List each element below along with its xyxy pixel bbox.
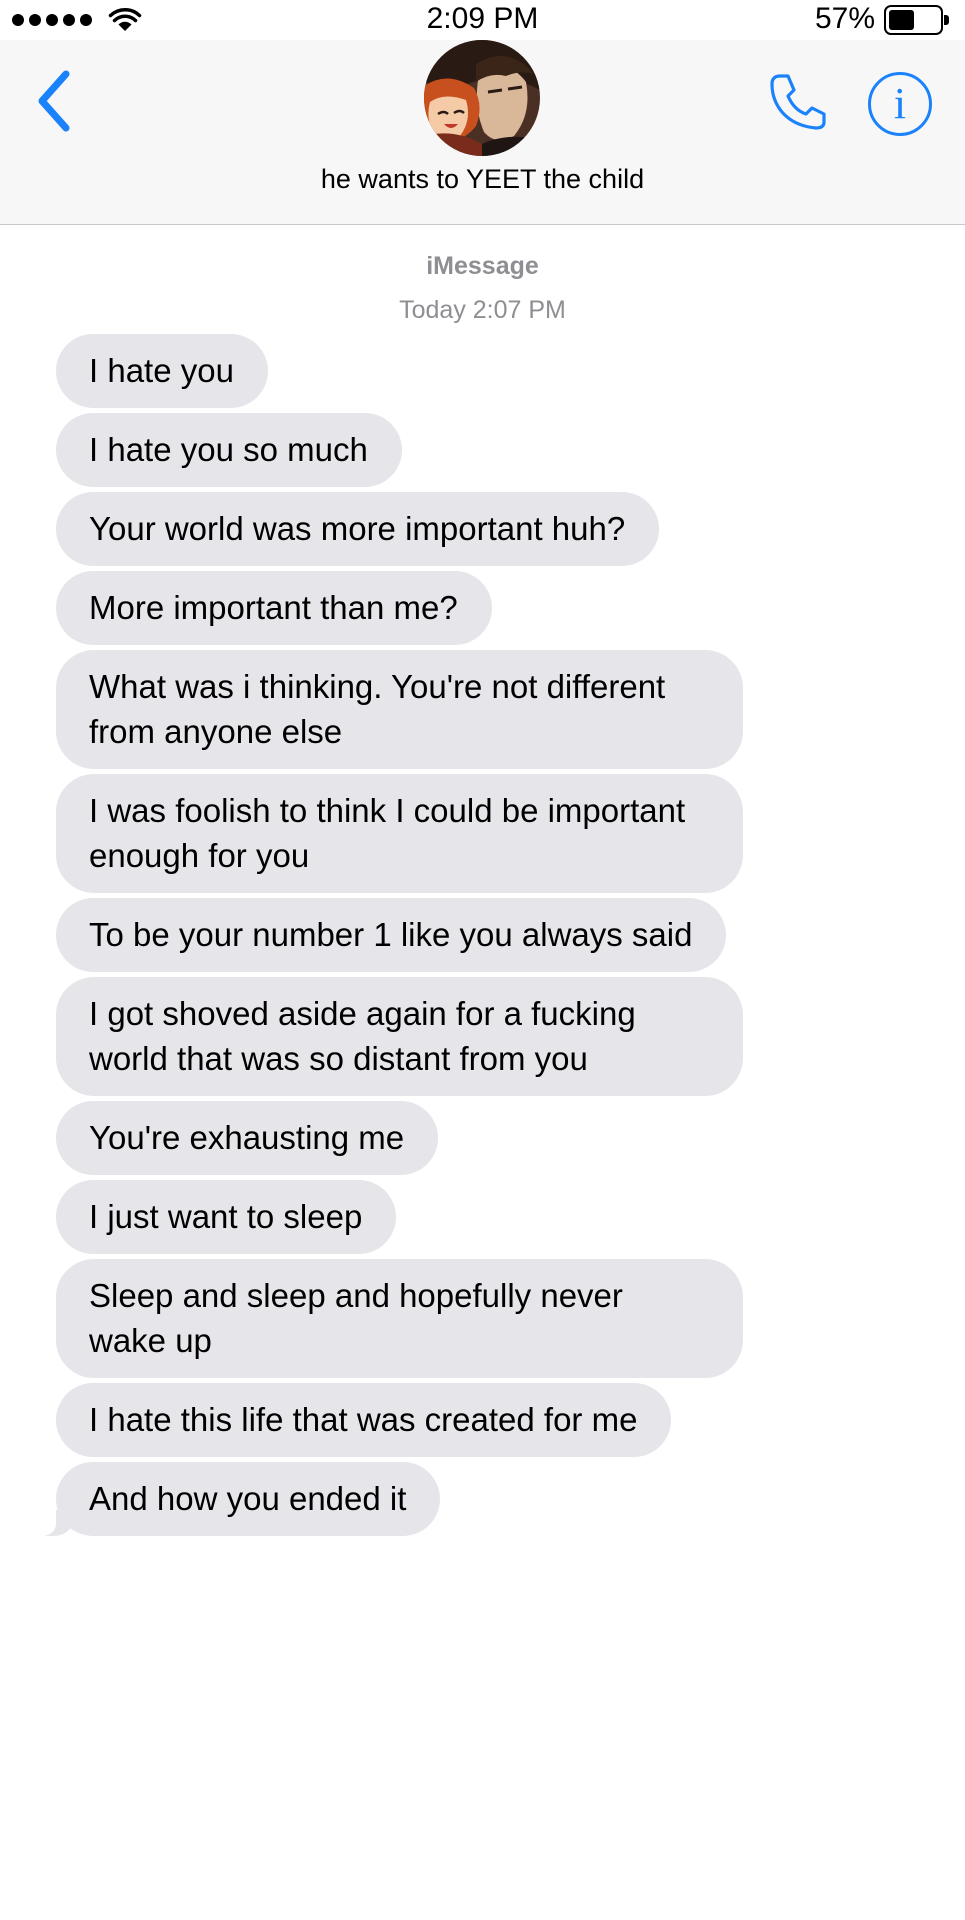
battery-percent: 57% <box>814 2 875 35</box>
battery-level-fill <box>889 10 915 30</box>
chevron-left-icon <box>38 70 70 132</box>
incoming-message-bubble[interactable]: I just want to sleep <box>56 1180 397 1254</box>
service-label: iMessage <box>426 252 539 280</box>
back-button[interactable] <box>30 66 80 136</box>
incoming-message-bubble[interactable]: I hate you <box>56 334 268 408</box>
incoming-message-bubble[interactable]: I hate you so much <box>56 413 402 487</box>
conversation-header: he wants to YEET the child i <box>0 40 965 225</box>
incoming-message-bubble[interactable]: To be your number 1 like you always said <box>56 898 727 972</box>
incoming-message-bubble[interactable]: Sleep and sleep and hopefully never wake… <box>56 1259 743 1378</box>
contact-avatar[interactable] <box>424 40 540 156</box>
call-button[interactable] <box>766 70 830 134</box>
message-timestamp: Today 2:07 PM <box>399 296 566 324</box>
message-list: I hate you I hate you so much Your world… <box>33 334 916 1536</box>
battery-icon <box>884 5 949 35</box>
contact-name[interactable]: he wants to YEET the child <box>0 164 965 195</box>
status-bar: 2:09 PM 57% <box>0 0 965 40</box>
incoming-message-bubble-last[interactable]: And how you ended it <box>33 1462 441 1536</box>
info-button[interactable]: i <box>868 72 932 136</box>
incoming-message-bubble[interactable]: What was i thinking. You're not differen… <box>56 650 743 769</box>
incoming-message-bubble[interactable]: I hate this life that was created for me <box>56 1383 672 1457</box>
incoming-message-bubble[interactable]: I was foolish to think I could be import… <box>56 774 743 893</box>
incoming-message-bubble[interactable]: You're exhausting me <box>56 1101 439 1175</box>
info-icon: i <box>893 79 907 128</box>
phone-icon <box>770 74 826 130</box>
avatar-image <box>424 40 540 156</box>
incoming-message-bubble[interactable]: I got shoved aside again for a fucking w… <box>56 977 743 1096</box>
incoming-message-bubble[interactable]: Your world was more important huh? <box>56 492 660 566</box>
incoming-message-bubble[interactable]: More important than me? <box>56 571 492 645</box>
